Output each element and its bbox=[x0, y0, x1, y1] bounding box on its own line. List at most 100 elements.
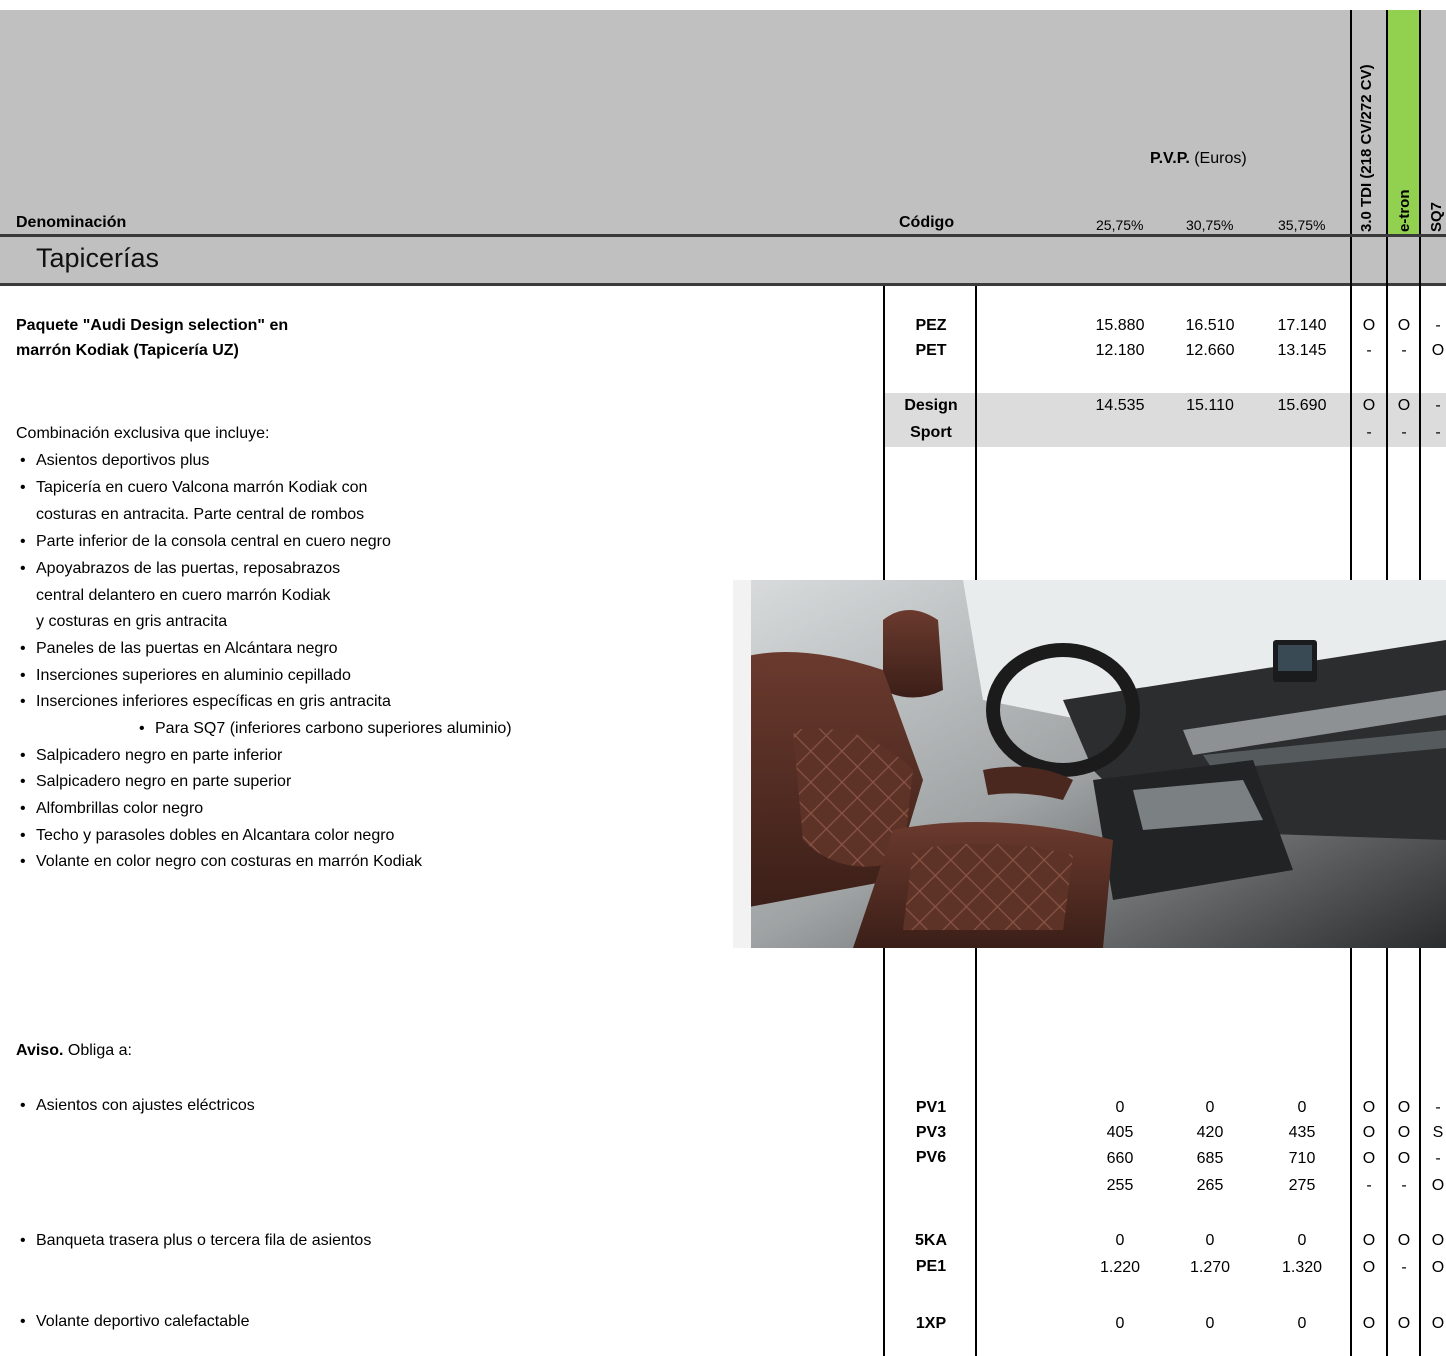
row-price: 1.320 bbox=[1281, 1259, 1323, 1276]
package-title-line2: marrón Kodiak (Tapicería UZ) bbox=[16, 342, 239, 359]
row-price: 15.880 bbox=[1095, 317, 1145, 334]
row-price: 265 bbox=[1196, 1177, 1224, 1194]
column-divider bbox=[883, 286, 885, 582]
description-item: Paneles de las puertas en Alcántara negr… bbox=[20, 640, 338, 658]
row-code: 5KA bbox=[914, 1232, 947, 1249]
row-price: 0 bbox=[1205, 1232, 1215, 1249]
header-divider bbox=[1350, 10, 1352, 235]
row-price: 405 bbox=[1106, 1124, 1134, 1141]
row-code: Design bbox=[904, 397, 958, 414]
row-code: PV1 bbox=[915, 1099, 947, 1116]
description-item: Salpicadero negro en parte inferior bbox=[20, 747, 282, 765]
column-divider bbox=[1419, 237, 1421, 582]
row-availability: O bbox=[1397, 397, 1411, 414]
row-price: 12.660 bbox=[1185, 342, 1235, 359]
row-availability: O bbox=[1397, 1124, 1411, 1141]
column-divider bbox=[1350, 237, 1352, 582]
row-availability: O bbox=[1362, 397, 1376, 414]
row-price: 17.140 bbox=[1277, 317, 1327, 334]
row-availability: O bbox=[1362, 1150, 1376, 1167]
row-price: 255 bbox=[1106, 1177, 1134, 1194]
row-availability: - bbox=[1401, 424, 1407, 441]
row-price: 685 bbox=[1196, 1150, 1224, 1167]
column-divider bbox=[883, 948, 885, 1356]
section-title: Tapicerías bbox=[36, 243, 160, 273]
row-availability: O bbox=[1397, 1315, 1411, 1332]
header-engine-etron: e-tron bbox=[1396, 189, 1413, 233]
description-item: Techo y parasoles dobles en Alcantara co… bbox=[20, 827, 394, 845]
column-divider bbox=[975, 286, 977, 582]
row-availability: O bbox=[1362, 1232, 1376, 1249]
description-item: Salpicadero negro en parte superior bbox=[20, 773, 291, 791]
row-code: PV6 bbox=[915, 1149, 947, 1166]
row-availability: S bbox=[1432, 1124, 1444, 1141]
header-percent-3: 35,75% bbox=[1278, 217, 1326, 233]
row-availability: O bbox=[1362, 1124, 1376, 1141]
row-price: 15.690 bbox=[1277, 397, 1327, 414]
row-availability: O bbox=[1362, 1259, 1376, 1276]
description-item: Inserciones superiores en aluminio cepil… bbox=[20, 667, 351, 685]
description-item: central delantero en cuero marrón Kodiak bbox=[36, 587, 331, 604]
row-code: Sport bbox=[910, 424, 952, 441]
row-price: 1.270 bbox=[1189, 1259, 1231, 1276]
description-item: Asientos deportivos plus bbox=[20, 452, 209, 470]
row-price: 0 bbox=[1297, 1099, 1307, 1116]
row-availability: - bbox=[1366, 424, 1372, 441]
header-pvp-bold: P.V.P. bbox=[1150, 150, 1190, 167]
row-availability: O bbox=[1397, 1099, 1411, 1116]
row-availability: O bbox=[1431, 1232, 1445, 1249]
description-item: Volante en color negro con costuras en m… bbox=[20, 853, 422, 871]
aviso-label: Aviso. bbox=[16, 1042, 64, 1059]
header-denominacion: Denominación bbox=[16, 214, 127, 231]
row-code: PE1 bbox=[915, 1258, 947, 1275]
description-item: costuras en antracita. Parte central de … bbox=[36, 506, 365, 523]
row-price: 0 bbox=[1115, 1232, 1125, 1249]
column-divider bbox=[1350, 948, 1352, 1356]
row-price: 16.510 bbox=[1185, 317, 1235, 334]
aviso-group-label: Volante deportivo calefactable bbox=[20, 1313, 250, 1331]
column-divider bbox=[1386, 948, 1388, 1356]
row-availability: O bbox=[1397, 1150, 1411, 1167]
row-price: 0 bbox=[1205, 1099, 1215, 1116]
row-price: 0 bbox=[1297, 1232, 1307, 1249]
header-codigo: Código bbox=[899, 214, 955, 231]
header-percent-1: 25,75% bbox=[1096, 217, 1144, 233]
row-availability: - bbox=[1435, 1099, 1441, 1116]
header-divider bbox=[1419, 10, 1421, 235]
row-price: 1.220 bbox=[1099, 1259, 1141, 1276]
row-availability: - bbox=[1366, 1177, 1372, 1194]
description-intro: Combinación exclusiva que incluye: bbox=[16, 425, 270, 442]
row-availability: - bbox=[1401, 342, 1407, 359]
row-price: 13.145 bbox=[1277, 342, 1327, 359]
row-availability: O bbox=[1362, 1099, 1376, 1116]
row-price: 275 bbox=[1288, 1177, 1316, 1194]
interior-photo bbox=[733, 580, 1446, 948]
description-item: Alfombrillas color negro bbox=[20, 800, 203, 818]
column-divider bbox=[975, 948, 977, 1356]
row-price: 0 bbox=[1205, 1315, 1215, 1332]
row-availability: O bbox=[1397, 317, 1411, 334]
header-pvp-unit: (Euros) bbox=[1189, 150, 1247, 167]
row-availability: O bbox=[1362, 317, 1376, 334]
row-availability: - bbox=[1435, 1150, 1441, 1167]
section-band bbox=[0, 237, 1446, 284]
aviso-text: Aviso. Obliga a: bbox=[16, 1042, 132, 1060]
row-availability: O bbox=[1431, 1259, 1445, 1276]
row-price: 14.535 bbox=[1095, 397, 1145, 414]
description-item: Apoyabrazos de las puertas, reposabrazos bbox=[20, 560, 340, 578]
aviso-body: Obliga a: bbox=[63, 1042, 132, 1059]
description-subitem: Para SQ7 (inferiores carbono superiores … bbox=[139, 720, 512, 738]
row-code: 1XP bbox=[915, 1315, 947, 1332]
row-availability: - bbox=[1401, 1259, 1407, 1276]
header-band bbox=[0, 10, 1446, 235]
header-engine-tdi: 3.0 TDI (218 CV/272 CV) bbox=[1358, 64, 1375, 232]
row-price: 15.110 bbox=[1186, 397, 1234, 414]
row-price: 420 bbox=[1196, 1124, 1224, 1141]
description-item: Parte inferior de la consola central en … bbox=[20, 533, 391, 551]
header-pvp: P.V.P. (Euros) bbox=[1150, 150, 1247, 168]
row-availability: O bbox=[1397, 1232, 1411, 1249]
row-price: 0 bbox=[1115, 1099, 1125, 1116]
column-divider bbox=[1419, 948, 1421, 1356]
row-availability: O bbox=[1431, 1315, 1445, 1332]
row-availability: O bbox=[1362, 1315, 1376, 1332]
